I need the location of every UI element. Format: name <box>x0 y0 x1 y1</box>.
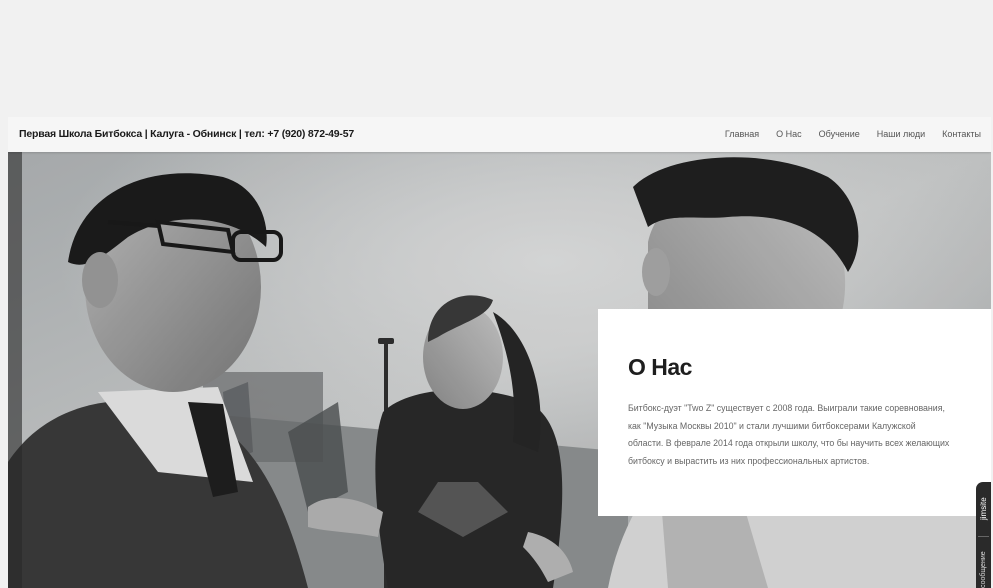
jimsite-message-widget[interactable]: jimsite сообщение <box>976 482 991 588</box>
nav-training[interactable]: Обучение <box>819 129 860 139</box>
site-header: Первая Школа Битбокса | Калуга - Обнинск… <box>8 117 991 152</box>
jimsite-logo[interactable]: jimsite <box>977 488 990 530</box>
about-line: Битбокс-дуэт "Two Z" существует с 2008 г… <box>628 403 945 413</box>
website: Первая Школа Битбокса | Калуга - Обнинск… <box>8 117 991 588</box>
about-description: Битбокс-дуэт "Two Z" существует с 2008 г… <box>628 400 968 470</box>
nav-contacts[interactable]: Контакты <box>942 129 981 139</box>
about-line: области. В феврале 2014 года открыли шко… <box>628 438 950 448</box>
site-brand[interactable]: Первая Школа Битбокса | Калуга - Обнинск… <box>19 128 354 140</box>
about-card: О Нас Битбокс-дуэт "Two Z" существует с … <box>598 309 991 516</box>
nav-people[interactable]: Наши люди <box>877 129 925 139</box>
browser-page: Первая Школа Битбокса | Калуга - Обнинск… <box>0 0 993 588</box>
widget-divider <box>978 536 989 537</box>
main-nav: Главная О Нас Обучение Наши люди Контакт… <box>725 129 981 139</box>
about-title: О Нас <box>628 354 692 380</box>
about-line: битбоксу и вырастить из них профессионал… <box>628 455 870 466</box>
about-line: как "Музыка Москвы 2010" и стали лучшими… <box>628 420 916 431</box>
nav-home[interactable]: Главная <box>725 129 759 139</box>
send-message-tab[interactable]: сообщение <box>977 540 990 588</box>
nav-about[interactable]: О Нас <box>776 129 802 139</box>
